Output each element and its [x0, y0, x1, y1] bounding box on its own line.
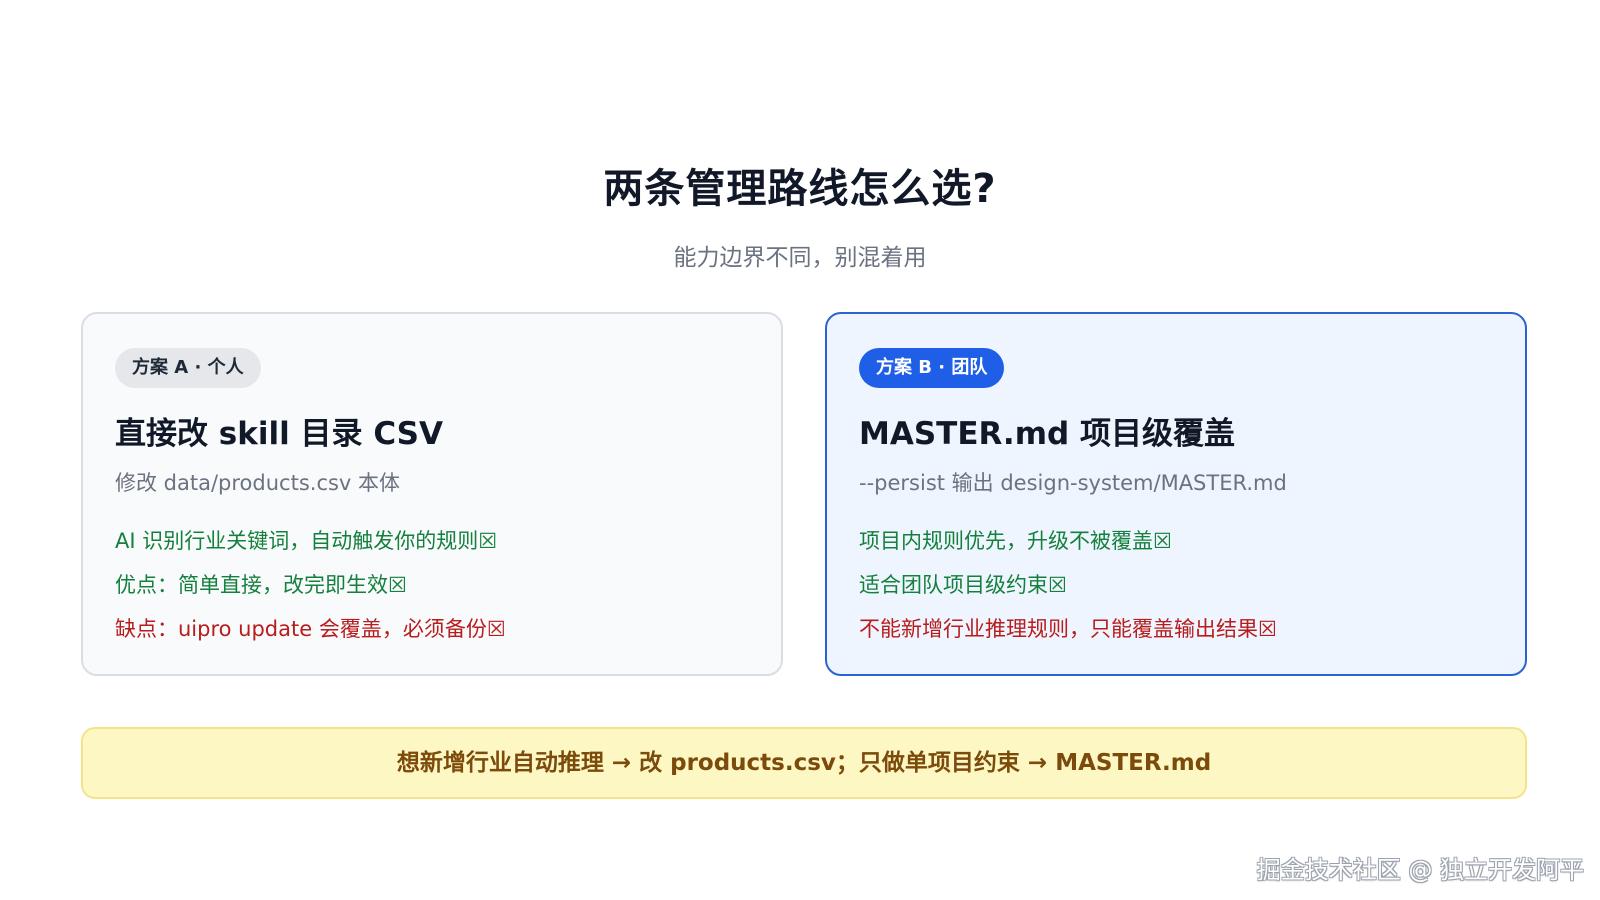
plan-b-title: MASTER.md 项目级覆盖 [859, 416, 1235, 452]
plan-a-card: 方案 A · 个人 直接改 skill 目录 CSV 修改 data/produ… [81, 312, 783, 676]
plan-a-points: AI 识别行业关键词，自动触发你的规则☒ 优点：简单直接，改完即生效☒ 缺点：u… [115, 519, 749, 651]
plan-a-title: 直接改 skill 目录 CSV [115, 416, 443, 452]
plan-a-point-2: 优点：简单直接，改完即生效☒ [115, 573, 407, 597]
plan-b-points: 项目内规则优先，升级不被覆盖☒ 适合团队项目级约束☒ 不能新增行业推理规则，只能… [859, 519, 1493, 651]
plan-a-point-3: 缺点：uipro update 会覆盖，必须备份☒ [115, 617, 506, 641]
plan-b-point-1: 项目内规则优先，升级不被覆盖☒ [859, 529, 1172, 553]
plan-a-point-1: AI 识别行业关键词，自动触发你的规则☒ [115, 529, 498, 553]
page-subtitle: 能力边界不同，别混着用 [673, 245, 927, 271]
plan-b-description: --persist 输出 design-system/MASTER.md [859, 471, 1287, 495]
plan-a-description: 修改 data/products.csv 本体 [115, 471, 401, 495]
decision-tip-banner: 想新增行业自动推理 → 改 products.csv；只做单项目约束 → MAS… [81, 727, 1527, 799]
slide: 两条管理路线怎么选? 能力边界不同，别混着用 方案 A · 个人 直接改 ski… [0, 0, 1600, 900]
plan-b-card: 方案 B · 团队 MASTER.md 项目级覆盖 --persist 输出 d… [825, 312, 1527, 676]
plan-a-badge: 方案 A · 个人 [115, 348, 261, 388]
plan-b-point-3: 不能新增行业推理规则，只能覆盖输出结果☒ [859, 617, 1277, 641]
plan-b-point-2: 适合团队项目级约束☒ [859, 573, 1067, 597]
page-title: 两条管理路线怎么选? [603, 166, 997, 212]
watermark: 掘金技术社区 @ 独立开发阿平 [1256, 856, 1584, 884]
plan-b-badge: 方案 B · 团队 [859, 348, 1005, 388]
